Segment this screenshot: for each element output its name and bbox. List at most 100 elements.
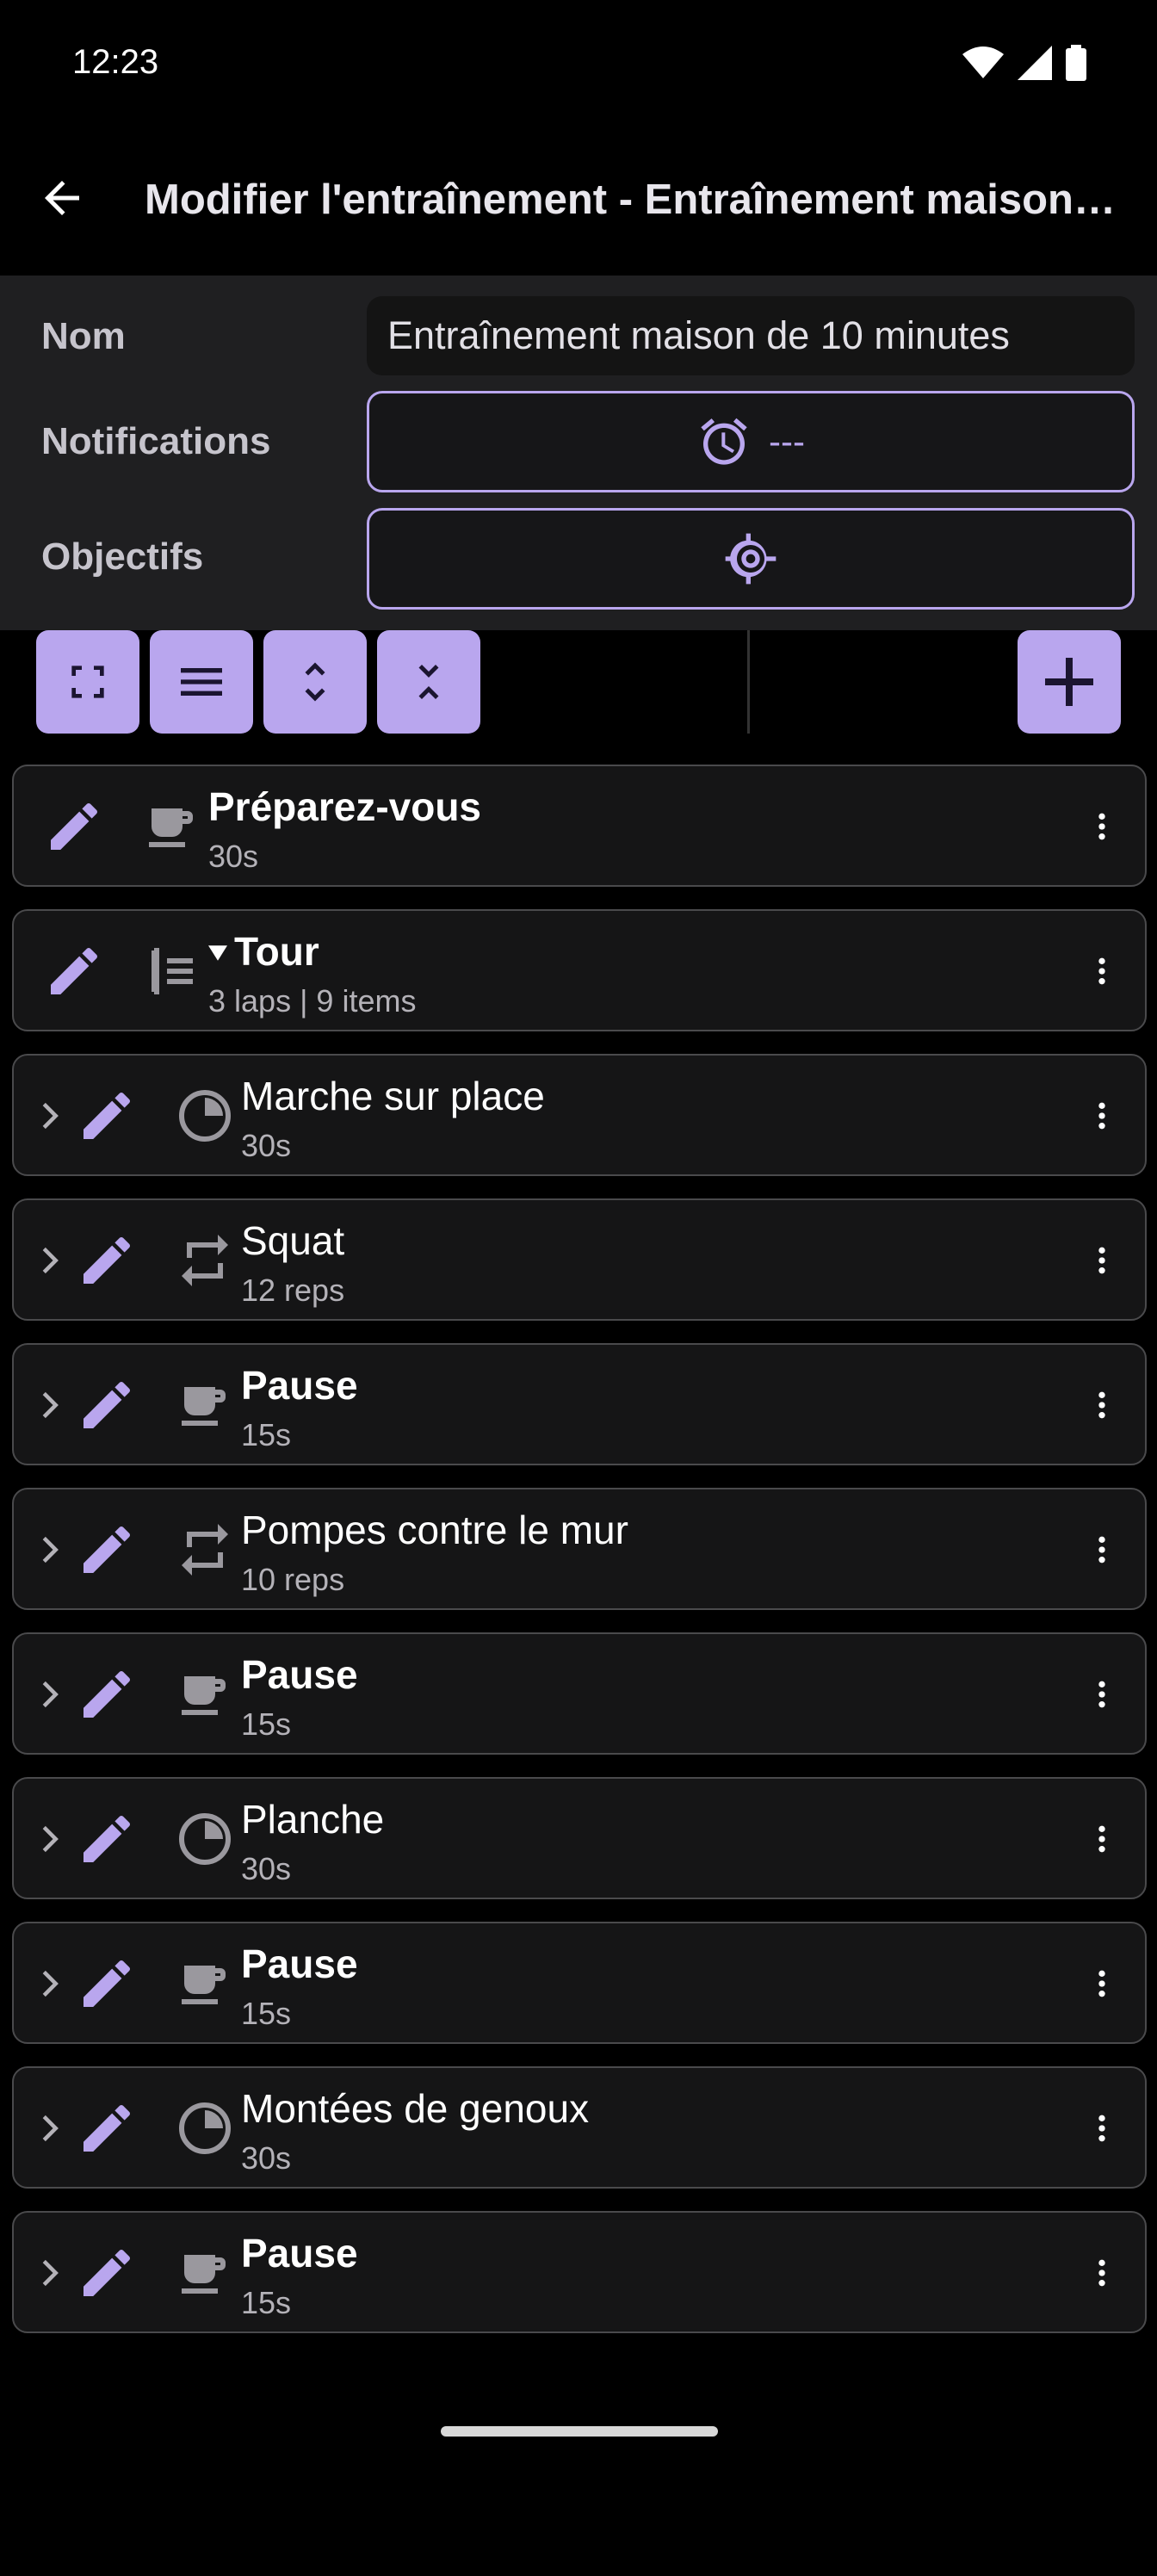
status-bar: 12:23 [0, 0, 1157, 129]
expanded-triangle-icon[interactable] [208, 944, 227, 963]
more-options-button[interactable] [1085, 2102, 1119, 2154]
workout-item-row[interactable]: Marche sur place 30s [12, 1054, 1147, 1176]
timer-icon [179, 1090, 231, 1142]
more-vert-icon [1098, 1247, 1105, 1274]
edit-icon[interactable] [76, 1808, 138, 1870]
notifications-value: --- [769, 421, 805, 461]
coffee-icon [182, 1966, 226, 2004]
more-vert-icon [1098, 2259, 1105, 2287]
item-subtitle: 30s [241, 2140, 292, 2176]
item-subtitle: 12 reps [241, 1273, 345, 1308]
chevron-right-icon[interactable] [38, 1679, 62, 1710]
alarm-icon [701, 418, 747, 465]
item-title: Pompes contre le mur [241, 1508, 628, 1552]
signal-icon [1018, 46, 1052, 80]
list-toolbar [0, 630, 1157, 742]
edit-icon[interactable] [43, 940, 105, 1002]
item-subtitle: 15s [241, 1706, 292, 1742]
workout-item-row[interactable]: Préparez-vous 30s [12, 765, 1147, 887]
more-options-button[interactable] [1085, 945, 1119, 997]
chevron-right-icon[interactable] [38, 1534, 62, 1565]
edit-icon[interactable] [76, 1229, 138, 1291]
more-options-button[interactable] [1085, 1669, 1119, 1720]
item-title: Tour [234, 929, 319, 974]
item-title: Pause [241, 1941, 358, 1986]
more-vert-icon [1098, 813, 1105, 840]
back-button[interactable] [31, 167, 93, 229]
notifications-label: Notifications [41, 420, 271, 462]
item-subtitle: 15s [241, 1417, 292, 1452]
coffee-icon [182, 1676, 226, 1715]
coffee-icon [182, 1387, 226, 1426]
workout-item-row[interactable]: Montées de genoux 30s [12, 2066, 1147, 2189]
goals-button[interactable] [367, 508, 1135, 610]
edit-icon[interactable] [76, 1374, 138, 1436]
workout-item-row[interactable]: Pause 15s [12, 2211, 1147, 2333]
edit-icon[interactable] [76, 1663, 138, 1725]
edit-icon[interactable] [76, 2242, 138, 2304]
more-vert-icon [1098, 957, 1105, 985]
more-options-button[interactable] [1085, 1090, 1119, 1142]
more-vert-icon [1098, 1391, 1105, 1419]
notifications-button[interactable]: --- [367, 391, 1135, 492]
status-time: 12:23 [72, 43, 159, 81]
item-subtitle: 15s [241, 2285, 292, 2320]
arrow-back-icon [45, 181, 79, 215]
workout-item-row[interactable]: Pause 15s [12, 1632, 1147, 1755]
add-item-button[interactable] [1018, 630, 1121, 734]
item-title: Montées de genoux [241, 2086, 590, 2131]
coffee-icon [182, 2255, 226, 2294]
item-title: Pause [241, 2231, 358, 2276]
workout-form: Nom Notifications --- Objectifs [0, 276, 1157, 630]
goals-label: Objectifs [41, 536, 204, 578]
expand-view-button[interactable] [36, 630, 139, 734]
menu-lines-icon [181, 668, 222, 696]
compact-list-button[interactable] [150, 630, 253, 734]
more-options-button[interactable] [1085, 1235, 1119, 1286]
group-list-icon [152, 948, 193, 994]
name-input[interactable] [367, 296, 1135, 375]
expand-all-button[interactable] [263, 630, 367, 734]
plus-icon [1045, 658, 1093, 706]
chevron-right-icon[interactable] [38, 1245, 62, 1276]
repeat-icon [182, 1524, 228, 1576]
more-options-button[interactable] [1085, 801, 1119, 852]
home-indicator[interactable] [441, 2426, 718, 2437]
collapse-all-button[interactable] [377, 630, 480, 734]
edit-icon[interactable] [43, 796, 105, 858]
more-options-button[interactable] [1085, 2247, 1119, 2299]
edit-icon[interactable] [76, 1519, 138, 1581]
chevron-right-icon[interactable] [38, 1100, 62, 1131]
workout-item-row[interactable]: Planche 30s [12, 1777, 1147, 1899]
chevron-right-icon[interactable] [38, 1824, 62, 1855]
workout-item-row[interactable]: Squat 12 reps [12, 1198, 1147, 1321]
more-vert-icon [1098, 2115, 1105, 2142]
target-icon [725, 533, 776, 585]
edit-icon[interactable] [76, 2097, 138, 2159]
item-subtitle: 30s [241, 1128, 292, 1163]
unfold-more-icon [305, 662, 325, 702]
workout-item-row[interactable]: Pause 15s [12, 1922, 1147, 2044]
item-title: Squat [241, 1218, 345, 1263]
more-vert-icon [1098, 1102, 1105, 1130]
more-options-button[interactable] [1085, 1958, 1119, 2009]
status-icons [962, 45, 1086, 81]
item-subtitle: 30s [241, 1851, 292, 1886]
more-options-button[interactable] [1085, 1524, 1119, 1576]
repeat-icon [182, 1235, 228, 1286]
chevron-right-icon[interactable] [38, 2113, 62, 2144]
workout-item-row[interactable]: Pause 15s [12, 1343, 1147, 1465]
item-title: Préparez-vous [208, 784, 482, 829]
toolbar-divider [747, 630, 750, 734]
edit-icon[interactable] [76, 1953, 138, 2015]
chevron-right-icon[interactable] [38, 2257, 62, 2288]
workout-item-row[interactable]: Pompes contre le mur 10 reps [12, 1488, 1147, 1610]
item-subtitle: 3 laps | 9 items [208, 983, 417, 1019]
more-options-button[interactable] [1085, 1379, 1119, 1431]
item-subtitle: 30s [208, 839, 259, 874]
workout-item-row[interactable]: Tour 3 laps | 9 items [12, 909, 1147, 1031]
more-options-button[interactable] [1085, 1813, 1119, 1865]
chevron-right-icon[interactable] [38, 1968, 62, 1999]
chevron-right-icon[interactable] [38, 1390, 62, 1421]
edit-icon[interactable] [76, 1085, 138, 1147]
